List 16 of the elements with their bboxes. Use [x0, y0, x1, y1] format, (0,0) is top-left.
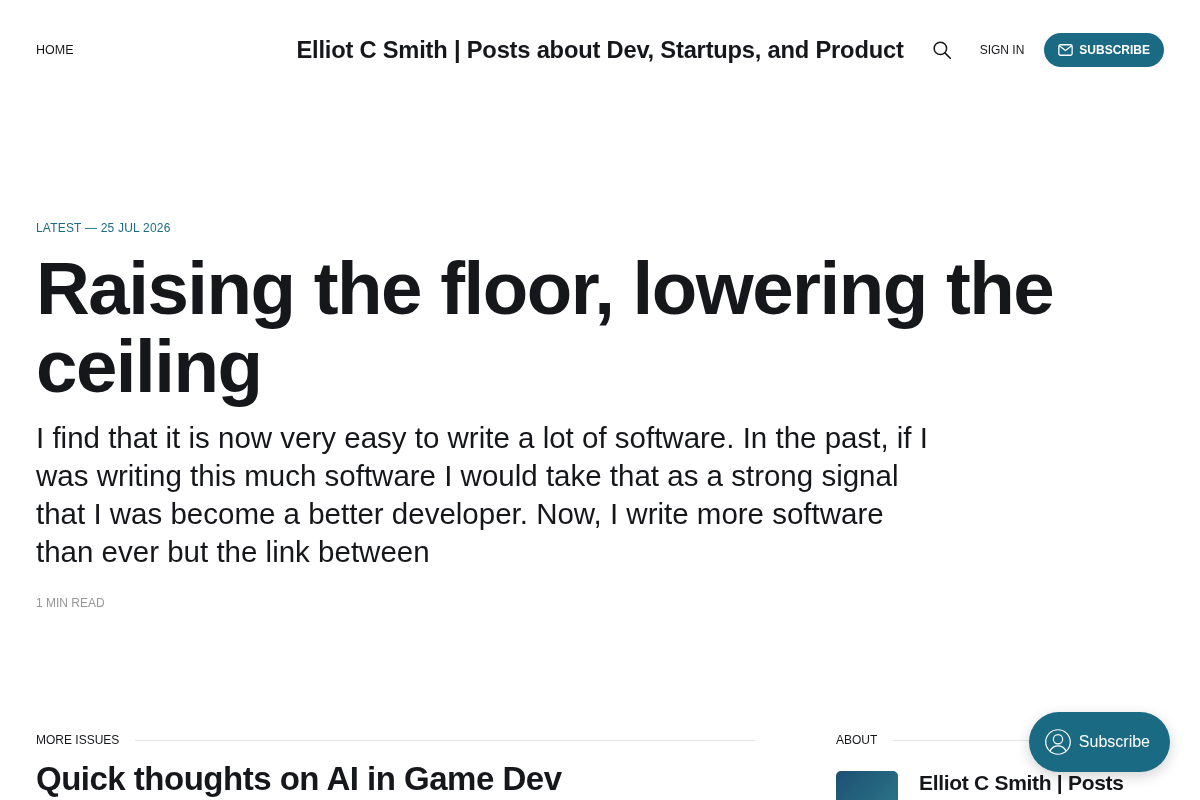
- nav-link[interactable]: HOME: [36, 43, 74, 57]
- person-icon: [1044, 729, 1071, 755]
- site-title[interactable]: Elliot C Smith | Posts about Dev, Startups, and Product: [296, 36, 904, 64]
- post-kicker: LATEST — 25 JUL 2026: [36, 220, 172, 236]
- about-title: Elliot C Smith | Posts: [919, 771, 1124, 795]
- post-title[interactable]: Raising the floor, lowering the ceiling: [36, 250, 1096, 406]
- search-icon[interactable]: [932, 41, 951, 59]
- section-heading: MORE ISSUES: [36, 733, 120, 747]
- subscribe-button[interactable]: Subscribe: [1028, 712, 1170, 772]
- reading-time: 1 MIN READ: [36, 595, 106, 611]
- section-heading: ABOUT: [836, 733, 878, 747]
- subscribe-button[interactable]: SUBSCRIBE: [1044, 33, 1164, 67]
- post-excerpt: I find that it is now very easy to write a lot of software. In the past, if I was writing this much software I would take that as a strong signal that I was become a better developer. Now, I write more software than ever but the link between: [36, 420, 929, 570]
- sign-in-link[interactable]: SIGN IN: [979, 43, 1025, 57]
- mail-icon: [1058, 44, 1074, 56]
- post-title[interactable]: Quick thoughts on AI in Game Dev: [36, 762, 755, 796]
